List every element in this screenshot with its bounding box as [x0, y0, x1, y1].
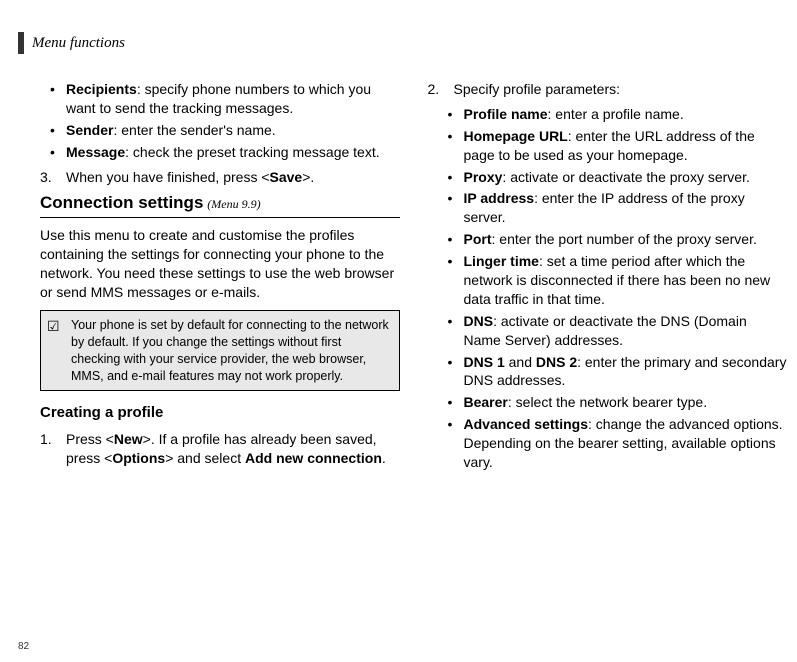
note-box: ☑ Your phone is set by default for conne… [40, 310, 400, 392]
desc: : activate or deactivate the proxy serve… [502, 169, 749, 185]
term: Message [66, 144, 125, 160]
term: Profile name [464, 106, 548, 122]
term: Sender [66, 122, 113, 138]
desc: : enter the port number of the proxy ser… [492, 231, 757, 247]
term: DNS [464, 313, 494, 329]
note-text: Your phone is set by default for connect… [71, 318, 389, 383]
list-item: Profile name: enter a profile name. [464, 105, 788, 124]
step-1: 1. Press <New>. If a profile has already… [40, 430, 400, 468]
term: Proxy [464, 169, 503, 185]
list-item-dns12: DNS 1 and DNS 2: enter the primary and s… [464, 353, 788, 391]
step-3: 3. When you have finished, press <Save>. [40, 168, 400, 187]
section-divider [40, 217, 400, 218]
t: Press < [66, 431, 114, 447]
step-text-b: Save [270, 169, 303, 185]
right-column: 2. Specify profile parameters: Profile n… [428, 80, 788, 475]
t: DNS 1 [464, 354, 505, 370]
term: Bearer [464, 394, 508, 410]
list-item: Linger time: set a time period after whi… [464, 252, 788, 309]
term: Advanced settings [464, 416, 588, 432]
header-accent-bar [18, 32, 24, 54]
list-item: Bearer: select the network bearer type. [464, 393, 788, 412]
page-header: Menu functions [18, 32, 125, 54]
t: New [114, 431, 143, 447]
term: IP address [464, 190, 535, 206]
term: Homepage URL [464, 128, 568, 144]
t: DNS 2 [536, 354, 577, 370]
step-number: 3. [40, 168, 52, 187]
step-2: 2. Specify profile parameters: [428, 80, 788, 99]
term: Linger time [464, 253, 539, 269]
term: Port [464, 231, 492, 247]
desc: : enter a profile name. [548, 106, 684, 122]
t: Add new connection [245, 450, 382, 466]
step-text-c: >. [302, 169, 314, 185]
desc: : check the preset tracking message text… [125, 144, 379, 160]
section-title: Connection settings [40, 193, 203, 212]
t: . [382, 450, 386, 466]
profile-params-list: Profile name: enter a profile name. Home… [428, 105, 788, 472]
left-column: Recipients: specify phone numbers to whi… [40, 80, 400, 475]
desc: : select the network bearer type. [508, 394, 707, 410]
term: Recipients [66, 81, 137, 97]
list-item: Homepage URL: enter the URL address of t… [464, 127, 788, 165]
list-item: Port: enter the port number of the proxy… [464, 230, 788, 249]
list-item: DNS: activate or deactivate the DNS (Dom… [464, 312, 788, 350]
subsection-title: Creating a profile [40, 403, 400, 423]
step-number: 2. [428, 80, 440, 99]
content-area: Recipients: specify phone numbers to whi… [0, 30, 797, 475]
desc: : activate or deactivate the DNS (Domain… [464, 313, 747, 348]
tracking-options-list: Recipients: specify phone numbers to whi… [40, 80, 400, 162]
header-title: Menu functions [32, 35, 125, 52]
section-menu-ref: (Menu 9.9) [207, 197, 260, 211]
list-item: Recipients: specify phone numbers to whi… [66, 80, 400, 118]
t: and [505, 354, 536, 370]
page-number: 82 [18, 641, 29, 652]
step-text: Specify profile parameters: [454, 81, 621, 97]
desc: : enter the sender's name. [113, 122, 275, 138]
list-item: IP address: enter the IP address of the … [464, 189, 788, 227]
t: > and select [165, 450, 245, 466]
t: Options [112, 450, 165, 466]
section-intro-paragraph: Use this menu to create and customise th… [40, 226, 400, 302]
list-item: Sender: enter the sender's name. [66, 121, 400, 140]
list-item: Message: check the preset tracking messa… [66, 143, 400, 162]
step-number: 1. [40, 430, 52, 449]
step-text-a: When you have finished, press < [66, 169, 270, 185]
list-item: Proxy: activate or deactivate the proxy … [464, 168, 788, 187]
section-header: Connection settings (Menu 9.9) [40, 192, 400, 215]
list-item: Advanced settings: change the advanced o… [464, 415, 788, 472]
check-icon: ☑ [47, 317, 60, 336]
